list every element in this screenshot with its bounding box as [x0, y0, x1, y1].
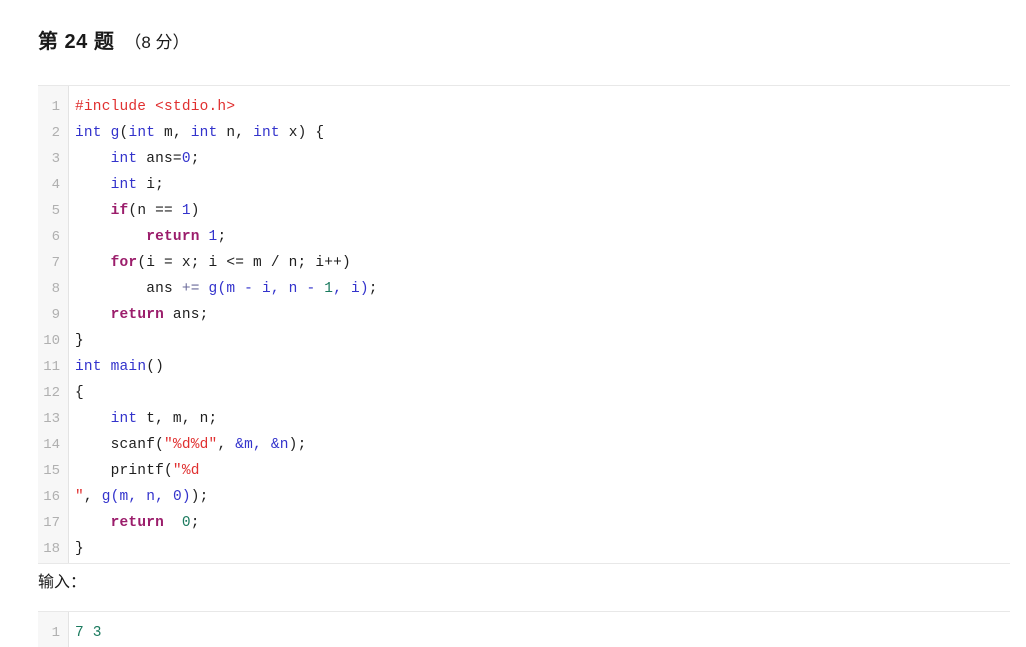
code-token-keyword: if [110, 203, 129, 219]
line-number: 7 [51, 255, 60, 271]
code-line: int i; [110, 177, 165, 193]
code-token-operator: += [181, 281, 200, 297]
line-number: 8 [51, 281, 60, 297]
line-number: 6 [51, 229, 60, 245]
code-line: ans += g(m - i, n - 1, i); [75, 281, 378, 297]
line-number: 15 [43, 463, 60, 479]
code-line: int t, m, n; [110, 411, 218, 427]
line-number: 4 [51, 177, 60, 193]
code-line: printf("%d [75, 463, 200, 479]
code-table: 1 2 3 4 5 6 7 8 9 10 11 12 13 14 15 16 1… [38, 86, 1010, 563]
line-number: 16 [43, 489, 60, 505]
line-number: 9 [51, 307, 60, 323]
code-line: return 1; [146, 229, 227, 245]
code-token-number: 0 [181, 151, 191, 167]
line-number: 1 [51, 99, 60, 115]
code-line: int g(int m, int n, int x) { [75, 125, 325, 141]
line-number: 13 [43, 411, 60, 427]
question-score: （8 分） [124, 33, 190, 52]
question-page: 第 24 题（8 分） 1 2 3 4 5 6 7 8 9 10 11 12 1… [0, 0, 1026, 647]
line-number: 18 [43, 541, 60, 557]
source-code-block: 1 2 3 4 5 6 7 8 9 10 11 12 13 14 15 16 1… [38, 85, 1010, 564]
code-line: 7 3 [75, 625, 102, 641]
code-token-function: g [110, 125, 120, 141]
code-line: #include <stdio.h> [75, 94, 1010, 120]
line-number: 2 [51, 125, 60, 141]
input-code-table: 1 7 3 [38, 612, 1010, 647]
code-content[interactable]: #include <stdio.h> int g(int m, int n, i… [69, 86, 1010, 563]
code-line: int main() [75, 359, 165, 375]
line-number-gutter: 1 2 3 4 5 6 7 8 9 10 11 12 13 14 15 16 1… [38, 86, 69, 563]
line-number: 1 [51, 625, 60, 641]
code-line: if(n == 1) [110, 203, 200, 219]
input-section-label: 输入： [38, 574, 87, 591]
code-line: scanf("%d%d", &m, &n); [75, 437, 307, 453]
line-number: 17 [43, 515, 60, 531]
question-number: 第 24 题 [38, 31, 115, 53]
input-code-block: 1 7 3 [38, 611, 1010, 647]
code-line: ", g(m, n, 0)); [75, 489, 209, 505]
code-token-string: "%d%d" [164, 437, 218, 453]
code-line: for(i = x; i <= m / n; i++) [110, 255, 351, 271]
code-line: { [75, 385, 84, 401]
code-line: return ans; [110, 307, 209, 323]
page-title: 第 24 题 （8 分） [38, 32, 190, 52]
code-line: int ans=0; [110, 151, 200, 167]
code-token-preprocessor: #include <stdio.h> [75, 99, 236, 115]
code-line: return 0; [110, 515, 200, 531]
line-number: 10 [43, 333, 60, 349]
line-number: 3 [51, 151, 60, 167]
code-line: } [75, 541, 84, 557]
line-number: 5 [51, 203, 60, 219]
line-number: 14 [43, 437, 60, 453]
code-line: } [75, 333, 84, 349]
input-code-content[interactable]: 7 3 [69, 612, 1010, 647]
line-number: 11 [43, 359, 60, 375]
code-token-type: int [75, 125, 102, 141]
input-line-number-gutter: 1 [38, 612, 69, 647]
line-number: 12 [43, 385, 60, 401]
